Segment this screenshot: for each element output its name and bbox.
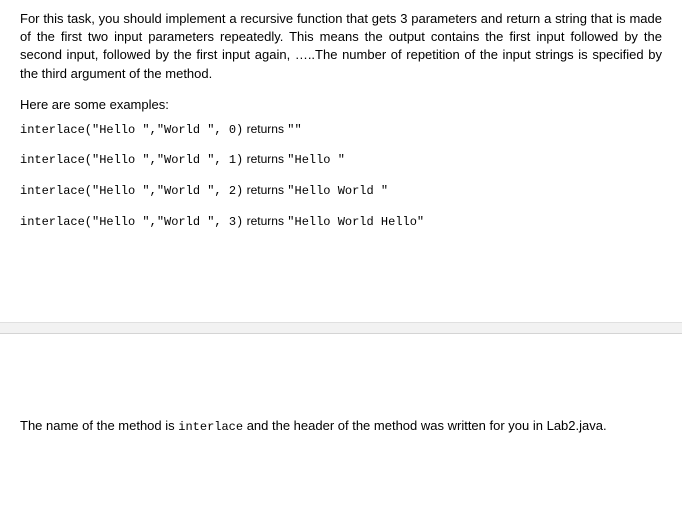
footer-text-pre: The name of the method is [20, 418, 178, 433]
example-call: interlace("Hello ","World ", 0) [20, 123, 243, 137]
section-divider [0, 322, 682, 334]
example-result: "Hello World Hello" [287, 215, 424, 229]
footer-code: interlace [178, 420, 243, 434]
example-line: interlace("Hello ","World ", 2) returns … [20, 183, 662, 200]
example-result: "Hello " [287, 153, 345, 167]
spacer [0, 334, 682, 416]
example-result: "" [287, 123, 301, 137]
spacer [0, 244, 682, 322]
returns-label: returns [247, 122, 284, 136]
footer-text-post: and the header of the method was written… [243, 418, 607, 433]
example-result: "Hello World " [287, 184, 388, 198]
example-call: interlace("Hello ","World ", 3) [20, 215, 243, 229]
example-call: interlace("Hello ","World ", 1) [20, 153, 243, 167]
main-content: For this task, you should implement a re… [0, 0, 682, 230]
examples-heading: Here are some examples: [20, 97, 662, 112]
example-line: interlace("Hello ","World ", 0) returns … [20, 122, 662, 139]
returns-label: returns [247, 214, 284, 228]
example-call: interlace("Hello ","World ", 2) [20, 184, 243, 198]
example-line: interlace("Hello ","World ", 1) returns … [20, 152, 662, 169]
footer-paragraph: The name of the method is interlace and … [0, 416, 682, 446]
intro-paragraph: For this task, you should implement a re… [20, 10, 662, 83]
example-line: interlace("Hello ","World ", 3) returns … [20, 214, 662, 231]
returns-label: returns [247, 183, 284, 197]
returns-label: returns [247, 152, 284, 166]
